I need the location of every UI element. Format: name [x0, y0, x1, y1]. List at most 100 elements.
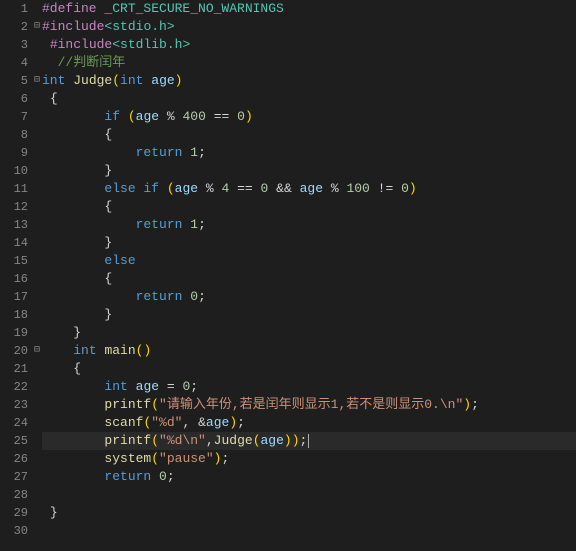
fold-icon[interactable] — [32, 486, 42, 504]
indent — [42, 451, 104, 466]
fold-icon[interactable] — [32, 180, 42, 198]
code-line[interactable]: printf("请输入年份,若是闰年则显示1,若不是则显示0.\n"); — [42, 396, 576, 414]
semicolon-token: ; — [237, 415, 245, 430]
brace-token: { — [104, 127, 112, 142]
line-number: 16 — [0, 270, 28, 288]
code-line[interactable]: #include<stdio.h> — [42, 18, 576, 36]
angle-open: < — [112, 37, 120, 52]
line-number: 12 — [0, 198, 28, 216]
fold-icon[interactable] — [32, 90, 42, 108]
fold-icon[interactable] — [32, 396, 42, 414]
semicolon-token: ; — [300, 433, 308, 448]
fold-icon[interactable] — [32, 378, 42, 396]
code-line[interactable]: int age = 0; — [42, 378, 576, 396]
fold-icon[interactable] — [32, 324, 42, 342]
number-token: 0 — [159, 469, 167, 484]
fold-icon[interactable] — [32, 162, 42, 180]
code-line[interactable]: } — [42, 306, 576, 324]
line-number: 6 — [0, 90, 28, 108]
paren-token: ) — [175, 73, 183, 88]
fold-icon[interactable] — [32, 108, 42, 126]
code-line[interactable]: { — [42, 360, 576, 378]
fold-icon[interactable] — [32, 288, 42, 306]
fold-icon[interactable] — [32, 360, 42, 378]
indent — [42, 397, 104, 412]
code-line[interactable]: } — [42, 324, 576, 342]
code-line-current[interactable]: printf("%d\n",Judge(age)); — [42, 432, 576, 450]
header-token: stdio.h — [112, 19, 167, 34]
brace-token: { — [104, 271, 112, 286]
brace-token: } — [104, 307, 112, 322]
code-editor[interactable]: 1 2 3 4 5 6 7 8 9 10 11 12 13 14 15 16 1… — [0, 0, 576, 551]
code-line[interactable]: } — [42, 162, 576, 180]
code-line[interactable]: return 1; — [42, 216, 576, 234]
line-number: 20 — [0, 342, 28, 360]
code-line[interactable]: //判断闰年 — [42, 54, 576, 72]
fold-icon[interactable]: ⊟ — [32, 18, 42, 36]
code-line[interactable]: else if (age % 4 == 0 && age % 100 != 0) — [42, 180, 576, 198]
code-line[interactable]: { — [42, 126, 576, 144]
code-line[interactable]: } — [42, 504, 576, 522]
number-token: 400 — [183, 109, 206, 124]
function-token: Judge — [214, 433, 253, 448]
semicolon-token: ; — [221, 451, 229, 466]
code-line[interactable]: system("pause"); — [42, 450, 576, 468]
fold-icon[interactable] — [32, 450, 42, 468]
fold-icon[interactable] — [32, 522, 42, 540]
paren-token: ( — [151, 451, 159, 466]
code-line[interactable]: return 0; — [42, 288, 576, 306]
operator-token: != — [378, 181, 394, 196]
indent — [42, 235, 104, 250]
line-number: 26 — [0, 450, 28, 468]
brace-token: { — [73, 361, 81, 376]
fold-icon[interactable] — [32, 252, 42, 270]
code-area[interactable]: #define _CRT_SECURE_NO_WARNINGS #include… — [42, 0, 576, 551]
fold-icon[interactable] — [32, 126, 42, 144]
code-line[interactable]: int Judge(int age) — [42, 72, 576, 90]
paren-token: ( — [167, 181, 175, 196]
fold-icon[interactable] — [32, 468, 42, 486]
number-token: 100 — [346, 181, 369, 196]
code-line[interactable] — [42, 522, 576, 540]
code-line[interactable]: return 0; — [42, 468, 576, 486]
semicolon-token: ; — [167, 469, 175, 484]
operator-token: % — [206, 181, 214, 196]
code-line[interactable]: { — [42, 198, 576, 216]
keyword-token: return — [136, 145, 183, 160]
code-line[interactable]: return 1; — [42, 144, 576, 162]
fold-icon[interactable] — [32, 198, 42, 216]
code-line[interactable]: { — [42, 270, 576, 288]
function-token: scanf — [104, 415, 143, 430]
code-line[interactable]: #include<stdlib.h> — [42, 36, 576, 54]
indent — [42, 145, 136, 160]
fold-icon[interactable]: ⊟ — [32, 342, 42, 360]
fold-icon[interactable]: ⊟ — [32, 72, 42, 90]
line-number: 4 — [0, 54, 28, 72]
brace-token: } — [73, 325, 81, 340]
fold-icon[interactable] — [32, 504, 42, 522]
fold-icon[interactable] — [32, 0, 42, 18]
code-line[interactable] — [42, 486, 576, 504]
line-number: 18 — [0, 306, 28, 324]
fold-icon[interactable] — [32, 216, 42, 234]
code-line[interactable]: } — [42, 234, 576, 252]
code-line[interactable]: int main() — [42, 342, 576, 360]
fold-icon[interactable] — [32, 306, 42, 324]
fold-icon[interactable] — [32, 54, 42, 72]
fold-icon[interactable] — [32, 432, 42, 450]
indent — [42, 343, 73, 358]
line-number: 17 — [0, 288, 28, 306]
code-line[interactable]: { — [42, 90, 576, 108]
code-line[interactable]: else — [42, 252, 576, 270]
paren-token: ) — [284, 433, 292, 448]
code-line[interactable]: if (age % 400 == 0) — [42, 108, 576, 126]
indent — [42, 433, 104, 448]
fold-icon[interactable] — [32, 36, 42, 54]
code-line[interactable]: #define _CRT_SECURE_NO_WARNINGS — [42, 0, 576, 18]
fold-icon[interactable] — [32, 234, 42, 252]
fold-icon[interactable] — [32, 414, 42, 432]
code-line[interactable]: scanf("%d", &age); — [42, 414, 576, 432]
fold-icon[interactable] — [32, 144, 42, 162]
fold-icon[interactable] — [32, 270, 42, 288]
line-number: 10 — [0, 162, 28, 180]
